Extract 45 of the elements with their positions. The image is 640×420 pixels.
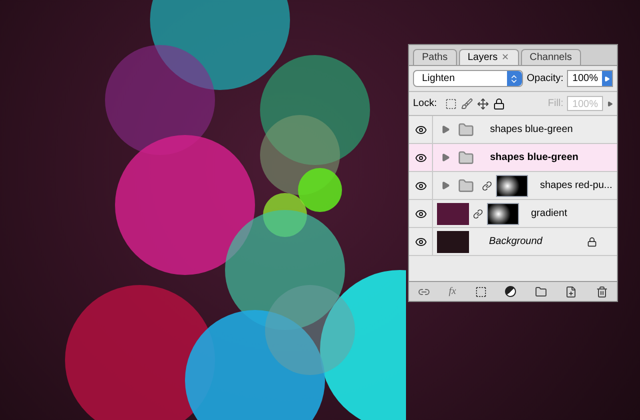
expand-arrow-icon[interactable] xyxy=(441,153,450,162)
layer-name: shapes red-pu... xyxy=(540,179,612,193)
expand-arrow-icon[interactable] xyxy=(441,125,450,134)
visibility-eye-icon[interactable] xyxy=(414,208,426,220)
fill-label: Fill: xyxy=(548,97,564,111)
lock-pixels-icon[interactable] xyxy=(460,98,473,110)
link-chain-icon xyxy=(482,180,492,190)
lock-label: Lock: xyxy=(413,97,437,111)
lock-all-icon[interactable] xyxy=(492,98,505,110)
close-icon[interactable]: ✕ xyxy=(502,53,510,62)
visibility-eye-icon[interactable] xyxy=(414,152,426,164)
layer-row[interactable]: gradient xyxy=(409,200,617,228)
opacity-field[interactable]: 100% xyxy=(567,70,613,87)
new-group-icon[interactable] xyxy=(534,286,547,298)
layer-name: shapes blue-green xyxy=(490,151,578,165)
layer-name: gradient xyxy=(531,207,568,221)
visibility-eye-icon[interactable] xyxy=(414,180,426,192)
layer-row[interactable]: Background xyxy=(409,228,617,256)
delete-icon[interactable] xyxy=(596,286,608,298)
expand-arrow-icon[interactable] xyxy=(441,181,450,190)
panel-tab[interactable]: Paths xyxy=(413,49,457,65)
visibility-eye-icon[interactable] xyxy=(414,124,426,136)
opacity-label: Opacity: xyxy=(526,72,564,86)
panel-tab[interactable]: Channels xyxy=(520,49,581,65)
lock-transparency-icon[interactable] xyxy=(444,98,457,110)
visibility-eye-icon[interactable] xyxy=(414,236,426,248)
folder-icon xyxy=(458,122,474,138)
slider-arrow-icon xyxy=(604,76,610,82)
panel-tab[interactable]: Layers ✕ xyxy=(458,49,519,65)
layer-row[interactable]: shapes blue-green xyxy=(409,116,617,144)
layer-row[interactable]: shapes red-pu... xyxy=(409,172,617,200)
adjustment-layer-icon[interactable] xyxy=(505,286,516,297)
slider-arrow-icon[interactable] xyxy=(607,100,613,106)
new-layer-icon[interactable] xyxy=(565,286,578,298)
layer-row[interactable]: shapes blue-green xyxy=(409,144,617,172)
layer-name: Background xyxy=(489,235,542,249)
lock-position-icon[interactable] xyxy=(476,98,489,110)
layer-style-button[interactable]: fx xyxy=(448,284,456,299)
blend-mode-dropdown[interactable]: Lighten xyxy=(413,70,523,87)
dropdown-arrows-icon xyxy=(509,74,520,84)
layer-name: shapes blue-green xyxy=(490,123,573,137)
add-mask-icon[interactable] xyxy=(474,286,487,298)
folder-icon xyxy=(458,178,474,194)
link-chain-icon xyxy=(473,208,483,218)
folder-icon xyxy=(458,150,474,166)
